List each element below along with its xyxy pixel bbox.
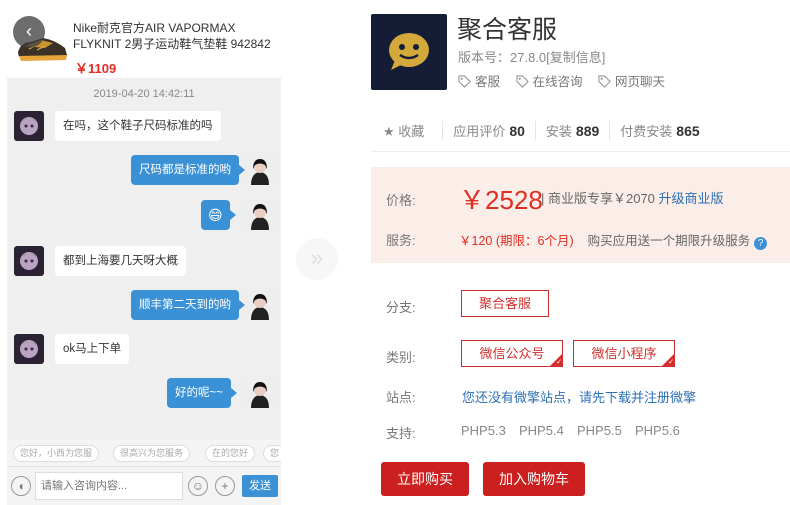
tag-item[interactable]: 在线咨询	[515, 71, 583, 90]
message-bubble: ok马上下单	[55, 334, 130, 364]
plus-icon[interactable]: +	[215, 476, 235, 496]
tag-label: 客服	[475, 75, 501, 89]
product-card[interactable]: ‹ Nike耐克官方AIR VAPORMAX FLYKNIT 2男子运动鞋气垫鞋…	[7, 0, 281, 78]
site-label: 站点:	[386, 390, 416, 405]
buy-now-button[interactable]: 立即购买	[381, 462, 469, 496]
stat-value: 889	[575, 123, 600, 139]
service-price: ￥120 (期限：6个月)	[459, 234, 574, 248]
add-to-cart-button[interactable]: 加入购物车	[483, 462, 585, 496]
tag-icon	[515, 75, 529, 88]
agent-avatar	[245, 378, 275, 408]
site-register-link[interactable]: 您还没有微擎站点，请先下载并注册微擎	[462, 387, 696, 406]
chat-input-bar: ◖ ☺ + 发送	[7, 466, 281, 505]
customer-avatar	[14, 334, 44, 364]
tag-item[interactable]: 网页聊天	[598, 71, 665, 90]
service-label: 服务:	[386, 233, 416, 248]
category-option-mini-program[interactable]: 微信小程序	[573, 340, 675, 369]
app-tags: 客服 在线咨询 网页聊天	[458, 71, 677, 90]
product-price: ￥1109	[75, 61, 117, 76]
back-button[interactable]: ‹	[13, 16, 45, 48]
stat-reviews: 应用评价 80	[442, 121, 535, 140]
category-option-official-account[interactable]: 微信公众号	[461, 340, 563, 369]
quick-reply-chip[interactable]: 在的您好	[205, 445, 256, 462]
stat-value: 80	[509, 123, 525, 139]
quick-reply-chip[interactable]: 您	[263, 445, 281, 462]
app-version[interactable]: 版本号：27.8.0[复制信息]	[458, 47, 605, 66]
stat-value: 865	[676, 123, 700, 139]
star-icon: ★	[383, 124, 395, 139]
chat-input[interactable]	[35, 472, 183, 500]
help-icon[interactable]: ?	[754, 237, 768, 250]
customer-avatar	[14, 246, 44, 276]
stat-label: 安装	[545, 124, 572, 139]
upgrade-link[interactable]: 升级商业版	[659, 191, 724, 206]
emoji-icon[interactable]: ☺	[188, 476, 208, 496]
tag-icon	[458, 75, 471, 88]
service-info: ￥120 (期限：6个月) 购买应用送一个期限升级服务?	[459, 230, 768, 250]
agent-avatar	[245, 155, 275, 185]
price-value: ￥2528	[459, 185, 543, 215]
price-label: 价格:	[386, 193, 416, 208]
tag-label: 在线咨询	[532, 75, 583, 89]
branch-option[interactable]: 聚合客服	[461, 290, 549, 317]
app-logo	[371, 14, 447, 90]
favorite-button[interactable]: ★ 收藏	[383, 121, 442, 140]
support-version: PHP5.6	[635, 423, 680, 438]
stat-label: 应用评价	[453, 124, 506, 139]
branch-label: 分支:	[386, 300, 416, 315]
message-bubble: 顺丰第二天到的哟	[131, 290, 245, 320]
tag-icon	[598, 75, 611, 88]
quick-reply-chip[interactable]: 您好，小西为您服	[13, 445, 100, 462]
message-bubble: 都到上海要几天呀大概	[55, 246, 186, 276]
customer-avatar	[14, 111, 44, 141]
stat-label: 付费安装	[620, 124, 673, 139]
favorite-label: 收藏	[398, 124, 425, 139]
message-bubble: 尺码都是标准的哟	[131, 155, 245, 185]
quick-replies: 您好，小西为您服 很高兴为您服务 在的您好 您	[7, 440, 281, 466]
next-arrow-icon[interactable]: »	[296, 238, 338, 280]
tag-item[interactable]: 客服	[458, 71, 500, 90]
product-title: Nike耐克官方AIR VAPORMAX FLYKNIT 2男子运动鞋气垫鞋 9…	[73, 21, 271, 51]
quick-reply-chip[interactable]: 很高兴为您服务	[113, 445, 191, 462]
support-version: PHP5.4	[519, 423, 564, 438]
business-price: | 商业版专享￥2070 升级商业版	[541, 188, 724, 207]
business-text: | 商业版专享￥2070	[541, 191, 655, 206]
category-label: 类别:	[386, 350, 416, 365]
support-label: 支持:	[386, 426, 416, 441]
message-bubble: 😄	[201, 200, 236, 230]
send-button[interactable]: 发送	[242, 475, 278, 497]
divider	[371, 151, 790, 152]
support-version: PHP5.3	[461, 423, 506, 438]
stat-installs: 安装 889	[534, 121, 609, 140]
stat-paid-installs: 付费安装 865	[609, 121, 709, 140]
message-bubble: 好的呢~~	[167, 378, 237, 408]
agent-avatar	[245, 290, 275, 320]
service-note: 购买应用送一个期限升级服务	[587, 234, 751, 248]
support-version: PHP5.5	[577, 423, 622, 438]
app-title: 聚合客服	[457, 16, 558, 44]
chat-window: ‹ Nike耐克官方AIR VAPORMAX FLYKNIT 2男子运动鞋气垫鞋…	[7, 0, 281, 505]
chat-timestamp: 2019-04-20 14:42:11	[93, 88, 195, 100]
voice-icon[interactable]: ◖	[11, 476, 31, 496]
app-stats: ★ 收藏 应用评价 80 安装 889 付费安装 865	[383, 121, 710, 140]
tag-label: 网页聊天	[615, 75, 666, 89]
message-bubble: 在吗，这个鞋子尺码标准的吗	[55, 111, 221, 141]
agent-avatar	[245, 200, 275, 230]
